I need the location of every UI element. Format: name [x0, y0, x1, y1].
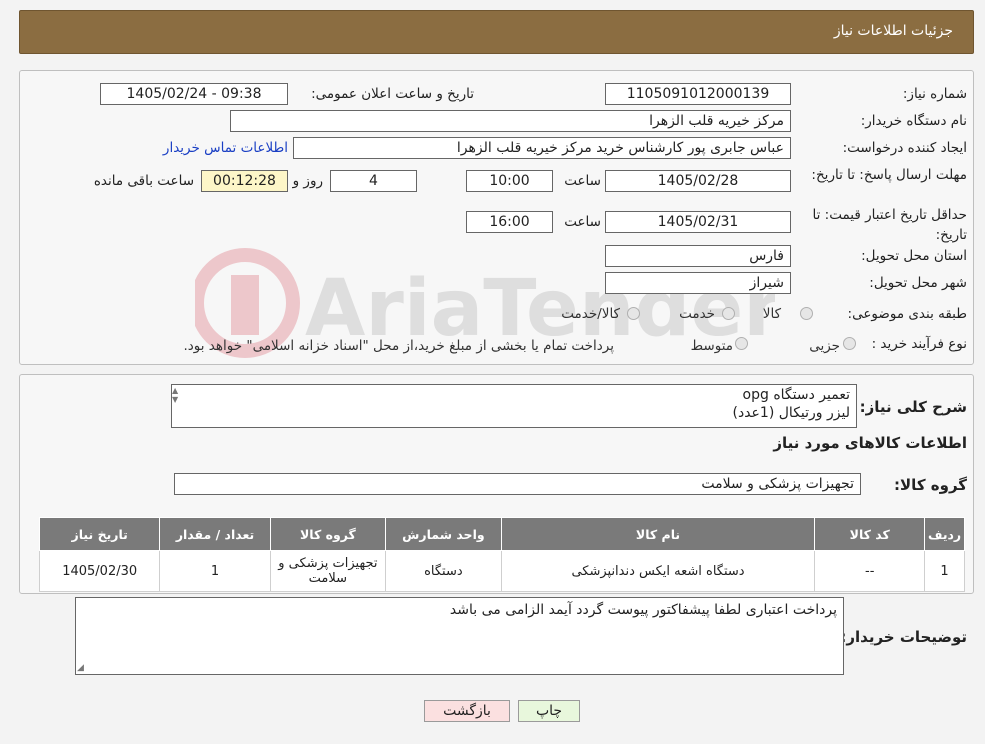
- validity-time-label: ساعت: [564, 214, 601, 230]
- validity-time-field: 16:00: [466, 211, 553, 233]
- process-note: پرداخت تمام یا بخشی از مبلغ خرید،از محل …: [183, 338, 614, 354]
- creator-label: ایجاد کننده درخواست:: [842, 140, 967, 156]
- announce-field: 1405/02/24 - 09:38: [100, 83, 288, 105]
- goods-group-field: تجهیزات پزشکی و سلامت: [174, 473, 861, 495]
- cell-goods-name: دستگاه اشعه ایکس دندانپزشکی: [500, 550, 816, 592]
- col-goods-code: کد کالا: [814, 517, 926, 551]
- city-field: شیراز: [605, 272, 791, 294]
- category-radio-service[interactable]: [722, 307, 735, 320]
- buyer-notes-text: پرداخت اعتباری لطفا پیشفاکتور پیوست گردد…: [449, 602, 837, 618]
- cell-need-date: 1405/02/30: [38, 550, 161, 592]
- goods-table: تاریخ نیاز تعداد / مقدار گروه کالا واحد …: [38, 517, 965, 592]
- back-button[interactable]: بازگشت: [424, 700, 510, 722]
- col-quantity: تعداد / مقدار: [159, 517, 271, 551]
- process-label: نوع فرآیند خرید :: [871, 336, 967, 352]
- category-option-goods: کالا: [762, 306, 781, 322]
- remaining-time-field: 00:12:28: [201, 170, 288, 192]
- buyer-notes-textarea[interactable]: پرداخت اعتباری لطفا پیشفاکتور پیوست گردد…: [75, 597, 844, 675]
- resize-handle-icon[interactable]: ◢: [77, 663, 84, 673]
- category-radio-goods[interactable]: [800, 307, 813, 320]
- province-label: استان محل تحویل:: [861, 248, 967, 264]
- description-label: شرح کلی نیاز:: [859, 398, 967, 416]
- col-need-date: تاریخ نیاز: [38, 517, 161, 551]
- days-field: 4: [330, 170, 417, 192]
- process-option-minor: جزیی: [809, 338, 840, 354]
- creator-field: عباس جابری پور کارشناس خرید مرکز خیریه ق…: [293, 137, 791, 159]
- goods-group-label: گروه کالا:: [894, 476, 967, 494]
- col-goods-group: گروه کالا: [269, 517, 387, 551]
- category-radio-both[interactable]: [627, 307, 640, 320]
- buyer-org-field: مرکز خیریه قلب الزهرا: [230, 110, 791, 132]
- days-label: روز و: [292, 173, 323, 189]
- category-label: طبقه بندی موضوعی:: [847, 306, 967, 322]
- need-number-field: 1105091012000139: [605, 83, 791, 105]
- cell-goods-group: تجهیزات پزشکی و سلامت: [269, 550, 387, 592]
- print-button[interactable]: چاپ: [518, 700, 580, 722]
- validity-date-field: 1405/02/31: [605, 211, 791, 233]
- province-field: فارس: [605, 245, 791, 267]
- buyer-notes-label: توضیحات خریدار:: [840, 628, 967, 646]
- contact-info-link[interactable]: اطلاعات تماس خریدار: [163, 140, 288, 156]
- page-header: جزئیات اطلاعات نیاز: [19, 10, 974, 54]
- description-line-2: لیزر ورتیکال (1عدد): [732, 405, 850, 421]
- cell-goods-code: --: [814, 550, 926, 592]
- deadline-date-field: 1405/02/28: [605, 170, 791, 192]
- deadline-time-label: ساعت: [564, 173, 601, 189]
- description-textarea[interactable]: تعمیر دستگاه opg لیزر ورتیکال (1عدد): [171, 384, 857, 428]
- cell-unit: دستگاه: [385, 550, 502, 592]
- process-radio-medium[interactable]: [735, 337, 748, 350]
- goods-info-heading: اطلاعات کالاهای مورد نیاز: [773, 434, 967, 452]
- category-option-both: کالا/خدمت: [561, 306, 620, 322]
- deadline-time-field: 10:00: [466, 170, 553, 192]
- description-line-1: تعمیر دستگاه opg: [742, 387, 850, 403]
- table-header-row: تاریخ نیاز تعداد / مقدار گروه کالا واحد …: [38, 517, 965, 551]
- process-radio-minor[interactable]: [843, 337, 856, 350]
- need-number-label: شماره نیاز:: [902, 86, 967, 102]
- cell-quantity: 1: [159, 550, 271, 592]
- col-row: ردیف: [924, 517, 965, 551]
- page-title: جزئیات اطلاعات نیاز: [833, 23, 953, 39]
- cell-row: 1: [924, 550, 965, 592]
- validity-label: حداقل تاریخ اعتبار قیمت: تا تاریخ:: [812, 207, 967, 243]
- announce-label: تاریخ و ساعت اعلان عمومی:: [311, 86, 474, 102]
- scroll-arrows-icon[interactable]: ▲ ▼: [172, 386, 178, 404]
- col-unit: واحد شمارش: [385, 517, 502, 551]
- category-option-service: خدمت: [679, 306, 715, 322]
- col-goods-name: نام کالا: [500, 517, 816, 551]
- deadline-label: مهلت ارسال پاسخ: تا تاریخ:: [811, 167, 967, 183]
- process-option-medium: متوسط: [690, 338, 733, 354]
- buyer-org-label: نام دستگاه خریدار:: [860, 113, 967, 129]
- city-label: شهر محل تحویل:: [869, 275, 967, 291]
- remaining-label: ساعت باقی مانده: [93, 173, 194, 189]
- table-row: 1405/02/30 1 تجهیزات پزشکی و سلامت دستگا…: [38, 550, 965, 592]
